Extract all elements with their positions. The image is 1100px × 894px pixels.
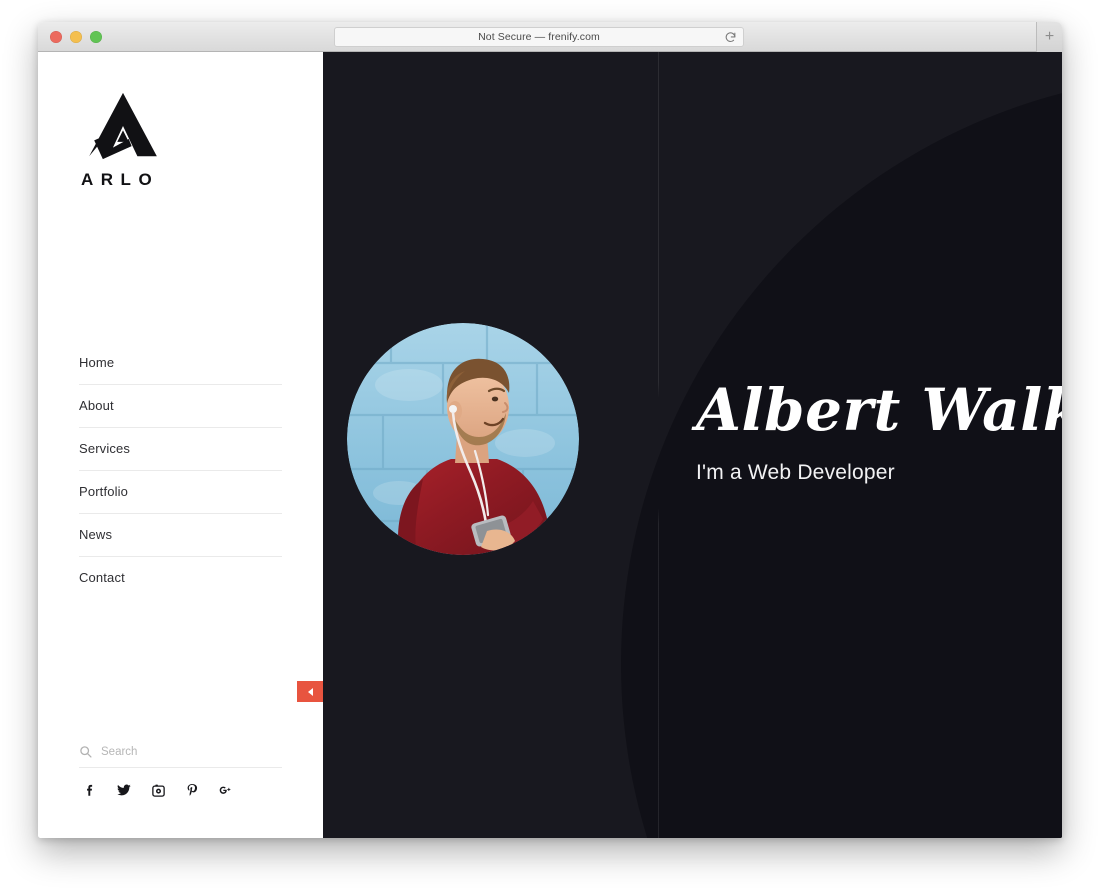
minimize-window-button[interactable]: [70, 31, 82, 43]
pinterest-icon[interactable]: [184, 782, 200, 798]
facebook-icon[interactable]: [82, 782, 98, 798]
reload-icon[interactable]: [724, 31, 737, 44]
hero-subtitle: I'm a Web Developer: [696, 460, 895, 484]
site-logo[interactable]: ARLO: [79, 90, 199, 190]
search-input[interactable]: [101, 745, 282, 758]
search-icon: [79, 745, 92, 758]
hero-text-block: Albert Walkers I'm a Web Developer: [696, 380, 1062, 485]
nav-item-home[interactable]: Home: [79, 342, 282, 385]
new-tab-label: +: [1044, 28, 1055, 45]
browser-titlebar: Not Secure — frenify.com +: [38, 22, 1062, 52]
twitter-icon[interactable]: [116, 782, 132, 798]
instagram-icon[interactable]: [150, 782, 166, 798]
hero-title: Albert Walkers: [696, 376, 1062, 444]
browser-window: Not Secure — frenify.com + Albert Wal I'…: [38, 22, 1062, 838]
address-bar[interactable]: Not Secure — frenify.com: [334, 27, 744, 47]
logo-wordmark: ARLO: [81, 170, 160, 189]
nav-item-news[interactable]: News: [79, 514, 282, 557]
profile-portrait: [347, 323, 579, 555]
new-tab-button[interactable]: +: [1036, 22, 1062, 52]
google-plus-icon[interactable]: [218, 782, 234, 798]
arlo-triangle-arrow-logo: [89, 92, 157, 160]
nav-item-about[interactable]: About: [79, 385, 282, 428]
hero-vertical-divider: [658, 52, 659, 838]
nav-item-services[interactable]: Services: [79, 428, 282, 471]
main-navigation: Home About Services Portfolio News Conta…: [79, 342, 282, 599]
search-row: [79, 745, 282, 768]
nav-item-portfolio[interactable]: Portfolio: [79, 471, 282, 514]
social-links: [82, 782, 285, 798]
nav-item-contact[interactable]: Contact: [79, 557, 282, 599]
chevron-left-icon: [307, 687, 313, 696]
collapse-sidebar-button[interactable]: [297, 681, 323, 702]
hero-section: Albert Walkers I'm a Web Developer: [323, 52, 1062, 838]
address-bar-text: Not Secure — frenify.com: [478, 31, 600, 43]
close-window-button[interactable]: [50, 31, 62, 43]
window-traffic-lights: [50, 31, 102, 43]
page-viewport: Albert Walkers I'm a Web Developer ARLO …: [38, 52, 1062, 838]
zoom-window-button[interactable]: [90, 31, 102, 43]
sidebar: ARLO Home About Services Portfolio News …: [38, 52, 323, 838]
